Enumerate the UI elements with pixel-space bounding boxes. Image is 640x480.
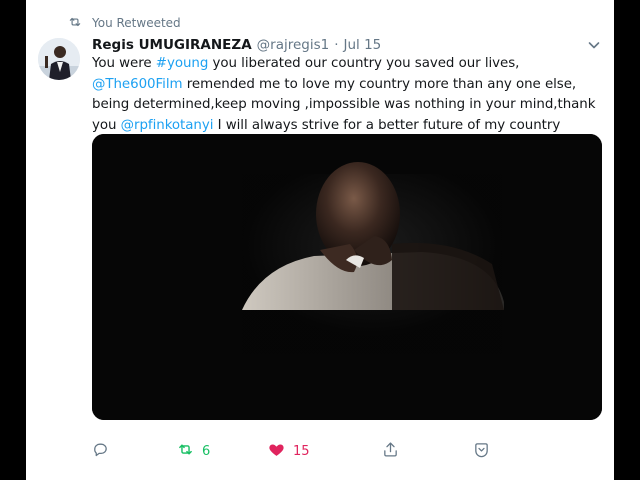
text-segment: being determined,keep moving ,impossible… (92, 97, 596, 112)
tweet-text-line: you @rpfinkotanyi I will always strive f… (92, 116, 608, 137)
text-segment: you liberated our country you saved our … (208, 56, 520, 71)
text-segment: remended me to love my country more than… (182, 76, 577, 92)
share-icon (382, 441, 399, 462)
tweet-header: Regis UMUGIRANEZA @rajregis1 · Jul 15 (92, 35, 602, 55)
tweet-actions: 6 15 (92, 440, 512, 462)
hashtag-young-link[interactable]: #young (156, 56, 209, 71)
reply-icon (92, 441, 109, 462)
share-button[interactable] (382, 440, 399, 462)
chevron-down-icon[interactable] (586, 37, 602, 53)
more-options-button[interactable] (473, 440, 490, 462)
tweet-date[interactable]: Jul 15 (344, 37, 382, 53)
tweet-text-line: being determined,keep moving ,impossible… (92, 95, 608, 116)
author-handle[interactable]: @rajregis1 (257, 37, 330, 53)
heart-icon (268, 441, 285, 462)
retweet-button[interactable]: 6 (177, 440, 210, 462)
separator-dot: · (334, 37, 339, 53)
retweet-icon (177, 441, 194, 462)
mention-the600film-link[interactable]: @The600Film (92, 77, 183, 92)
tweet-text: You were #young you liberated our countr… (92, 54, 608, 136)
author-name[interactable]: Regis UMUGIRANEZA (92, 37, 252, 53)
tweet-text-line: You were #young you liberated our countr… (92, 54, 608, 75)
chevron-box-icon (473, 441, 490, 462)
retweet-icon (68, 15, 82, 32)
retweet-banner-label: You Retweeted (92, 16, 181, 30)
text-segment: you (92, 117, 121, 133)
tweet-card[interactable]: You Retweeted Regis UMUGIRANEZA @rajregi… (26, 0, 614, 480)
text-segment: You were (92, 56, 156, 71)
reply-button[interactable] (92, 440, 109, 462)
retweet-banner: You Retweeted (68, 14, 181, 32)
mention-rpfinkotanyi-link[interactable]: @rpfinkotanyi (121, 118, 214, 133)
tweet-text-line: @The600Film remended me to love my count… (92, 75, 608, 96)
avatar[interactable] (38, 38, 80, 80)
text-segment: I will always strive for a better future… (213, 117, 561, 133)
retweet-count: 6 (202, 443, 211, 459)
like-count: 15 (293, 443, 310, 459)
tweet-media-image[interactable] (92, 134, 602, 420)
like-button[interactable]: 15 (268, 440, 310, 462)
